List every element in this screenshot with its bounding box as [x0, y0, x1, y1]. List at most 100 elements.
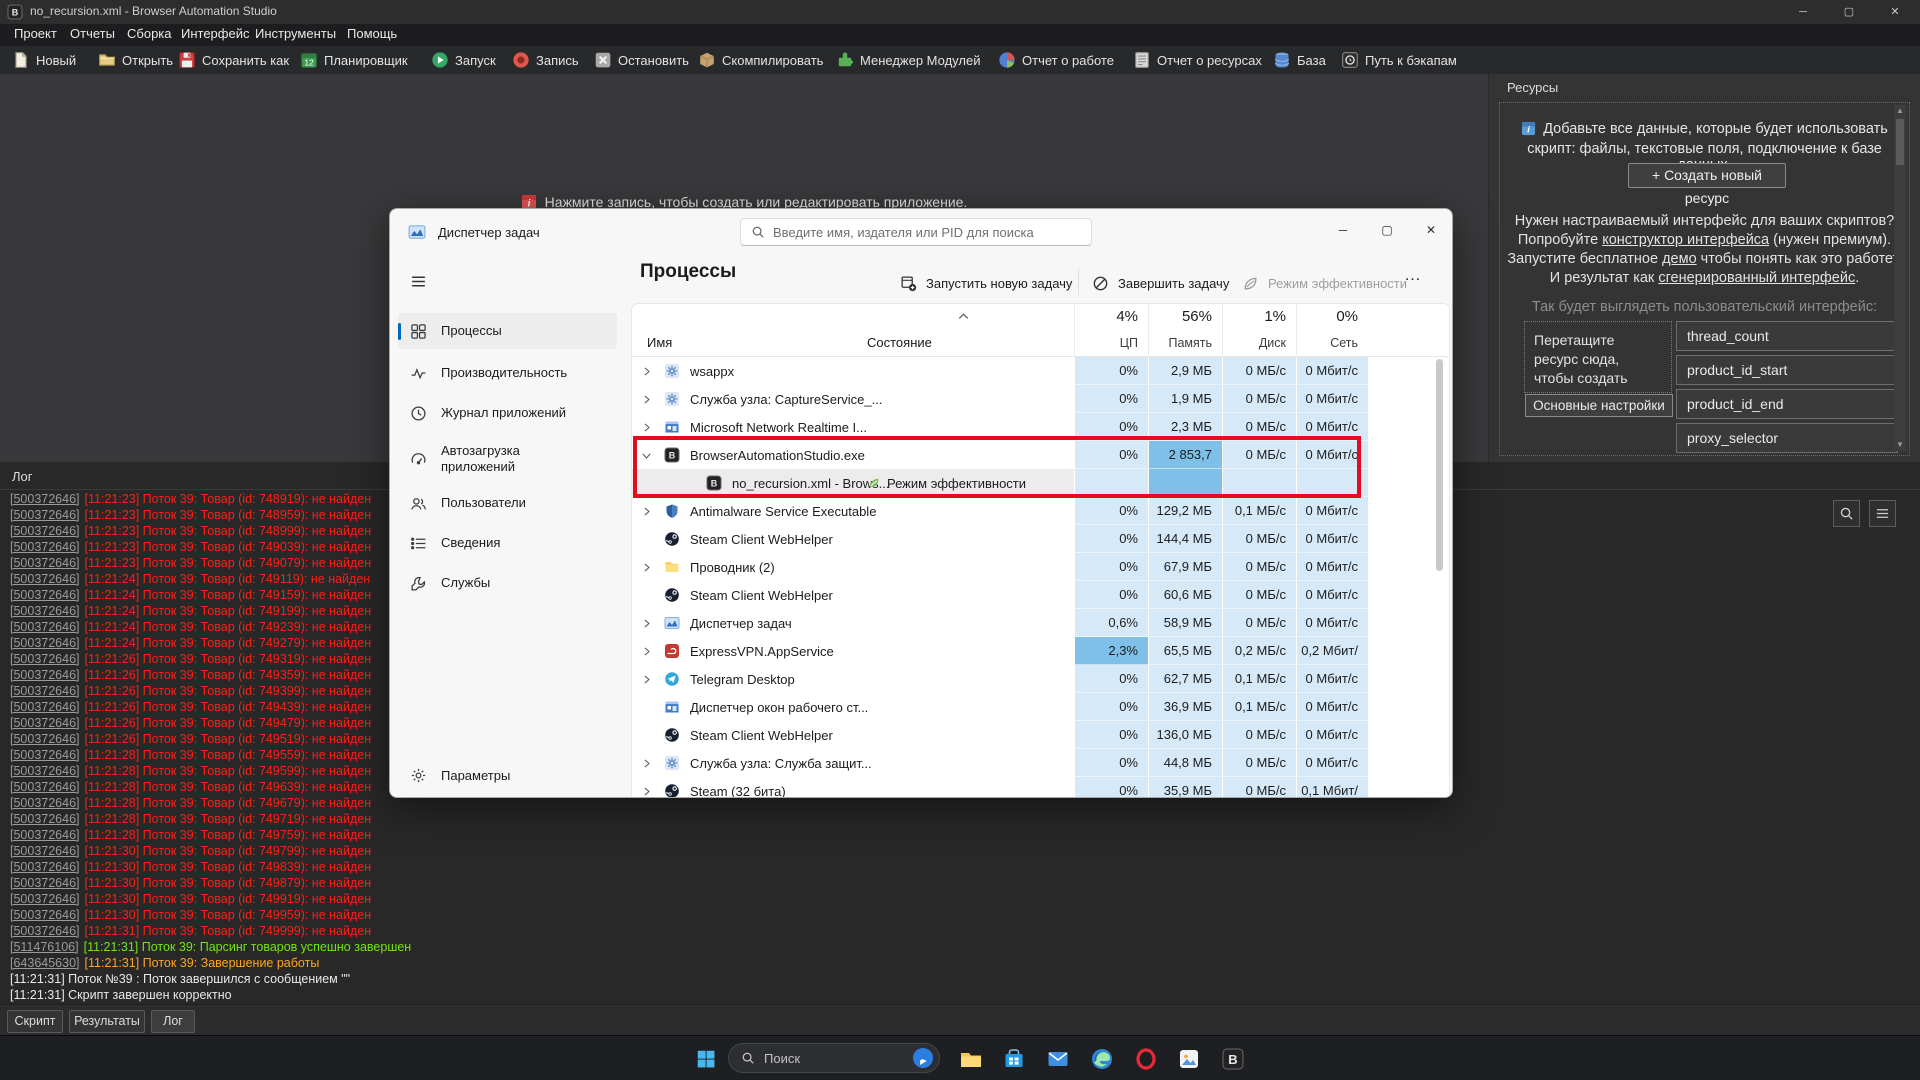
process-row[interactable]: Antimalware Service Executable: [664, 497, 876, 525]
log-line: [500372646][11:21:26] Поток 39: Товар (i…: [10, 732, 371, 748]
resources-content: iДобавьте все данные, которые будет испо…: [1499, 102, 1910, 456]
main-settings-button[interactable]: Основные настройки: [1525, 394, 1673, 417]
log-line: [500372646][11:21:23] Поток 39: Товар (i…: [10, 524, 371, 540]
taskbar-app-mail[interactable]: [1042, 1043, 1074, 1075]
app-title: no_recursion.xml - Browser Automation St…: [30, 4, 277, 18]
app-maximize-button[interactable]: ▢: [1826, 0, 1872, 24]
promo-link[interactable]: демо: [1662, 251, 1697, 267]
svg-text:12: 12: [304, 58, 314, 68]
create-resource-button[interactable]: + Создать новый ресурс: [1628, 163, 1786, 188]
process-row[interactable]: Steam Client WebHelper: [664, 581, 833, 609]
toolbar-button-database[interactable]: База: [1273, 50, 1326, 70]
resources-scrollbar[interactable]: ▲ ▼: [1894, 105, 1906, 451]
menu-item-2[interactable]: Отчеты: [70, 26, 115, 41]
promo-link[interactable]: конструктор интерфейса: [1602, 232, 1769, 248]
svg-text:B: B: [12, 8, 19, 18]
bottom-tab-1[interactable]: Скрипт: [7, 1010, 63, 1033]
process-row[interactable]: ExpressVPN.AppService: [664, 637, 834, 665]
toolbar-button-compile[interactable]: Скомпилировать: [698, 50, 823, 70]
highlight-red-box: [633, 436, 1361, 498]
process-name: Служба узла: Служба защит...: [690, 756, 872, 771]
start-button[interactable]: [690, 1043, 722, 1075]
chevron-right-icon: [640, 757, 653, 770]
process-row[interactable]: Steam (32 бита): [664, 777, 786, 797]
drop-zone[interactable]: Перетащите ресурс сюда, чтобы создать но…: [1524, 321, 1672, 393]
toolbar-button-save[interactable]: Сохранить как: [178, 50, 289, 70]
promo-link[interactable]: сгенерированный интерфейс: [1658, 270, 1855, 286]
toolbar-button-record[interactable]: Запись: [512, 50, 579, 70]
taskbar-app-opera[interactable]: [1130, 1043, 1162, 1075]
resource-field-thread_count[interactable]: thread_count: [1676, 321, 1898, 351]
toolbar-label: Запуск: [455, 53, 496, 68]
process-name: Служба узла: CaptureService_...: [690, 392, 882, 407]
bottom-tab-2[interactable]: Результаты: [69, 1010, 145, 1033]
taskbar-app-store[interactable]: [998, 1043, 1030, 1075]
process-row[interactable]: wsappx: [664, 357, 734, 385]
process-row[interactable]: Steam Client WebHelper: [664, 721, 833, 749]
service-gear-icon: [664, 755, 680, 771]
log-line: [500372646][11:21:26] Поток 39: Товар (i…: [10, 668, 371, 684]
menu-lines-icon: [1875, 506, 1890, 521]
process-row[interactable]: Служба узла: CaptureService_...: [664, 385, 882, 413]
folder-icon: [664, 559, 680, 575]
search-icon: [1839, 506, 1854, 521]
toolbar-label: Новый: [36, 53, 76, 68]
process-row[interactable]: Telegram Desktop: [664, 665, 795, 693]
toolbar-button-resource-report[interactable]: Отчет о ресурсах: [1133, 50, 1262, 70]
log-menu-button[interactable]: [1869, 500, 1896, 527]
resource-field-product_id_end[interactable]: product_id_end: [1676, 389, 1898, 419]
scroll-up-icon[interactable]: ▲: [1894, 105, 1906, 117]
promo-text: (нужен премиум).: [1769, 232, 1891, 248]
menu-item-4[interactable]: Интерфейс: [181, 26, 249, 41]
toolbar-button-backup[interactable]: Путь к бэкапам: [1341, 50, 1457, 70]
promo-line: И результат как сгенерированный интерфей…: [1500, 270, 1909, 286]
taskbar-app-bas-taskbar[interactable]: B: [1217, 1043, 1249, 1075]
task-manager-window: Диспетчер задач Введите имя, издателя ил…: [389, 208, 1453, 798]
log-search-button[interactable]: [1833, 500, 1860, 527]
explorer-icon: [959, 1047, 983, 1071]
menu-item-1[interactable]: Проект: [14, 26, 57, 41]
menu-item-6[interactable]: Помощь: [347, 26, 397, 41]
log-line: [500372646][11:21:28] Поток 39: Товар (i…: [10, 828, 371, 844]
resource-field-proxy_selector[interactable]: proxy_selector: [1676, 423, 1898, 453]
process-row[interactable]: Проводник (2): [664, 553, 775, 581]
taskmgr-scrollbar[interactable]: [1436, 359, 1443, 571]
process-row[interactable]: Диспетчер задач: [664, 609, 792, 637]
taskbar-app-photos[interactable]: [1173, 1043, 1205, 1075]
promo-line: Нужен настраиваемый интерфейс для ваших …: [1500, 213, 1909, 229]
steam-icon: [664, 587, 680, 603]
process-row[interactable]: Диспетчер окон рабочего ст...: [664, 693, 868, 721]
bottom-tab-3[interactable]: Лог: [151, 1010, 195, 1033]
toolbar-label: База: [1297, 53, 1326, 68]
toolbar-button-stop[interactable]: Остановить: [594, 50, 689, 70]
log-line: [500372646][11:21:30] Поток 39: Товар (i…: [10, 844, 371, 860]
toolbar-button-open-folder[interactable]: Открыть: [98, 50, 173, 70]
svg-text:i: i: [1527, 125, 1530, 135]
svg-text:B: B: [1228, 1052, 1237, 1067]
taskbar-app-explorer[interactable]: [955, 1043, 987, 1075]
menu-item-5[interactable]: Инструменты: [255, 26, 336, 41]
cell-mem: 60,6 МБ: [1148, 581, 1222, 609]
app-close-button[interactable]: ✕: [1872, 0, 1918, 24]
scrollbar-thumb[interactable]: [1896, 119, 1904, 165]
save-icon: [178, 51, 196, 69]
cell-net: 0 Мбит/с: [1296, 581, 1368, 609]
app-minimize-button[interactable]: ─: [1780, 0, 1826, 24]
cell-cpu: 0%: [1074, 693, 1148, 721]
process-row[interactable]: Служба узла: Служба защит...: [664, 749, 872, 777]
cell-net: 0 Мбит/с: [1296, 721, 1368, 749]
toolbar-button-scheduler[interactable]: 12Планировщик: [300, 50, 408, 70]
toolbar-label: Остановить: [618, 53, 689, 68]
taskbar-app-edge[interactable]: [1086, 1043, 1118, 1075]
scroll-down-icon[interactable]: ▼: [1894, 439, 1906, 451]
taskbar-search[interactable]: Поиск: [728, 1043, 940, 1073]
process-row[interactable]: Steam Client WebHelper: [664, 525, 833, 553]
toolbar-button-run[interactable]: Запуск: [431, 50, 496, 70]
process-name: Steam Client WebHelper: [690, 532, 833, 547]
expressvpn-icon: [664, 643, 680, 659]
menu-item-3[interactable]: Сборка: [127, 26, 172, 41]
resource-field-product_id_start[interactable]: product_id_start: [1676, 355, 1898, 385]
toolbar-button-work-report[interactable]: Отчет о работе: [998, 50, 1114, 70]
toolbar-button-modules[interactable]: Менеджер Модулей: [836, 50, 980, 70]
toolbar-button-new-file[interactable]: Новый: [12, 50, 76, 70]
